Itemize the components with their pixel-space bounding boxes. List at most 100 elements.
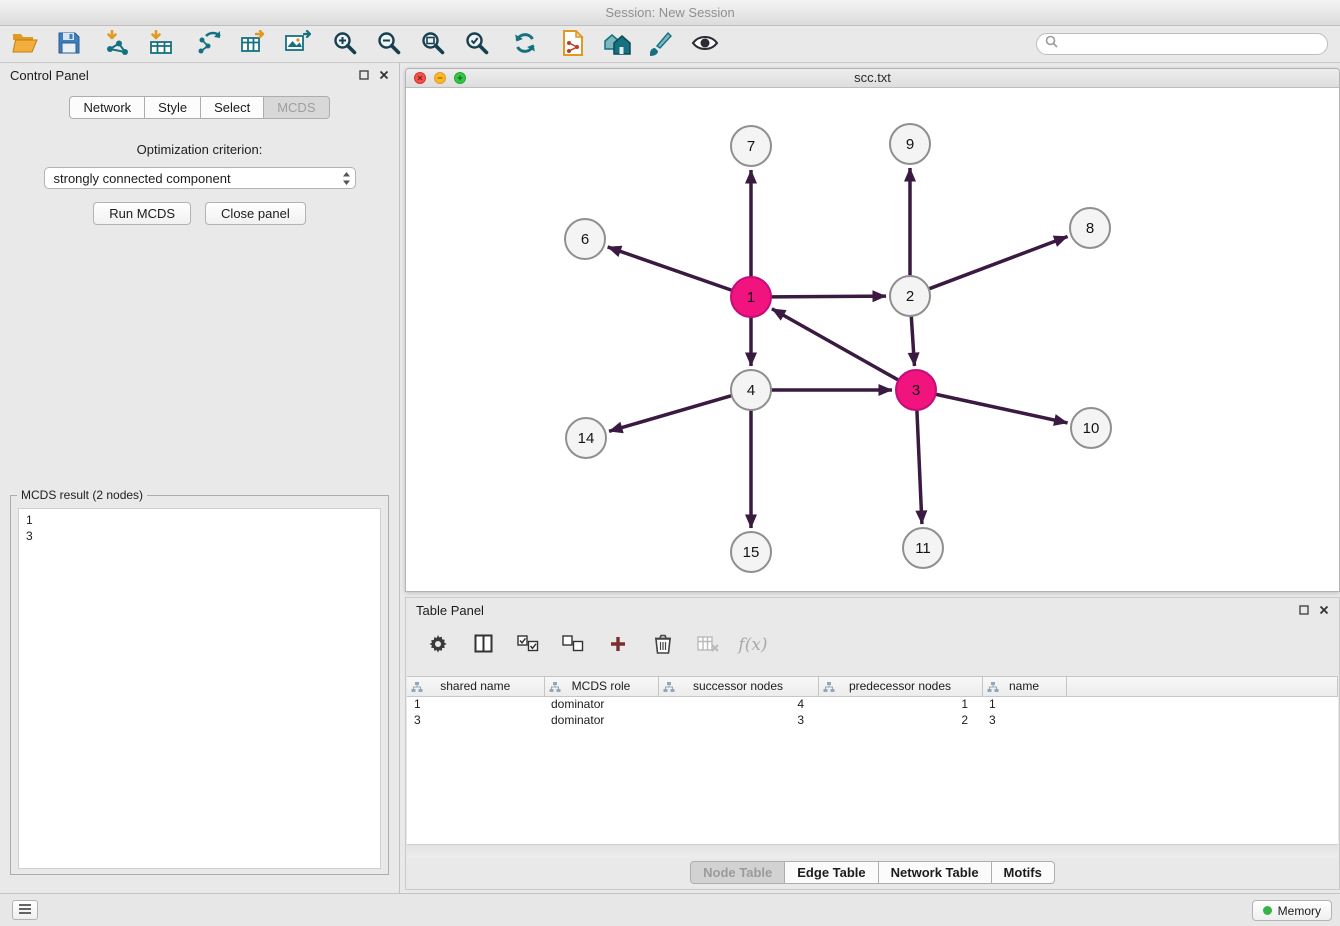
zoom-group <box>330 29 492 59</box>
column-label: name <box>1009 679 1039 693</box>
close-panel-button[interactable]: Close panel <box>205 202 306 225</box>
column-header-predecessor-nodes[interactable]: predecessor nodes <box>818 677 982 696</box>
delete-column-button[interactable] <box>694 631 722 659</box>
columns-icon <box>474 634 493 656</box>
graph-node-1[interactable]: 1 <box>731 277 771 317</box>
graph-node-3[interactable]: 3 <box>896 370 936 410</box>
table-cell[interactable]: 3 <box>982 712 1066 728</box>
graph-node-4[interactable]: 4 <box>731 370 771 410</box>
graph-node-7[interactable]: 7 <box>731 126 771 166</box>
graph-edge-3-10[interactable] <box>936 394 1068 423</box>
graph-edge-3-11[interactable] <box>917 410 922 524</box>
close-table-panel-icon[interactable] <box>1319 605 1329 615</box>
column-header-shared-name[interactable]: shared name <box>407 677 544 696</box>
tab-select[interactable]: Select <box>201 96 264 119</box>
select-all-button[interactable] <box>514 631 542 659</box>
column-label: successor nodes <box>693 679 783 693</box>
search-field <box>1036 33 1328 55</box>
zoom-fit-icon <box>420 30 446 59</box>
refresh-layout-button[interactable] <box>510 29 540 59</box>
table-cell[interactable]: 1 <box>407 696 544 712</box>
zoom-in-button[interactable] <box>330 29 360 59</box>
table-row[interactable]: 1dominator411 <box>407 696 1338 712</box>
graph-node-6[interactable]: 6 <box>565 219 605 259</box>
table-row[interactable]: 3dominator323 <box>407 712 1338 728</box>
criterion-dropdown[interactable]: strongly connected component <box>44 167 356 189</box>
graph-edge-3-1[interactable] <box>772 309 899 380</box>
column-header-successor-nodes[interactable]: successor nodes <box>658 677 818 696</box>
column-header-name[interactable]: name <box>982 677 1066 696</box>
graph-node-14[interactable]: 14 <box>566 418 606 458</box>
graph-node-8[interactable]: 8 <box>1070 208 1110 248</box>
tab-node-table[interactable]: Node Table <box>690 861 785 884</box>
graph-node-15[interactable]: 15 <box>731 532 771 572</box>
graph-node-2[interactable]: 2 <box>890 276 930 316</box>
deselect-all-button[interactable] <box>559 631 587 659</box>
zoom-fit-button[interactable] <box>418 29 448 59</box>
export-network-button[interactable] <box>194 29 224 59</box>
table-panel-header: Table Panel <box>406 598 1339 622</box>
table-settings-button[interactable] <box>424 631 452 659</box>
table-cell[interactable]: 4 <box>658 696 818 712</box>
table-cell-filler <box>1066 696 1338 712</box>
status-list-button[interactable] <box>12 900 38 920</box>
float-table-panel-icon[interactable] <box>1299 605 1309 615</box>
table-cell[interactable]: dominator <box>544 712 658 728</box>
graph-node-11[interactable]: 11 <box>903 528 943 568</box>
memory-label: Memory <box>1278 904 1321 918</box>
save-session-button[interactable] <box>54 29 84 59</box>
graph-edge-1-6[interactable] <box>608 247 732 290</box>
tab-network-table[interactable]: Network Table <box>879 861 992 884</box>
close-window-button[interactable] <box>414 72 426 84</box>
table-cell[interactable]: dominator <box>544 696 658 712</box>
run-mcds-button[interactable]: Run MCDS <box>93 202 191 225</box>
table-cell[interactable]: 1 <box>818 696 982 712</box>
memory-button[interactable]: Memory <box>1252 900 1332 921</box>
mcds-result-item[interactable]: 1 <box>26 512 380 528</box>
show-columns-button[interactable] <box>469 631 497 659</box>
export-image-icon <box>284 30 311 59</box>
tab-edge-table[interactable]: Edge Table <box>785 861 878 884</box>
table-cell[interactable]: 1 <box>982 696 1066 712</box>
graph-edge-2-3[interactable] <box>911 316 914 366</box>
table-cell[interactable]: 3 <box>658 712 818 728</box>
import-network-icon <box>104 30 130 59</box>
function-builder-button[interactable]: f(x) <box>739 631 767 659</box>
export-table-button[interactable] <box>238 29 268 59</box>
close-panel-icon[interactable] <box>379 70 389 80</box>
float-panel-icon[interactable] <box>359 70 369 80</box>
tab-style[interactable]: Style <box>145 96 201 119</box>
import-table-button[interactable] <box>146 29 176 59</box>
show-graphics-details-button[interactable] <box>690 29 720 59</box>
apply-style-button[interactable] <box>646 29 676 59</box>
home-button[interactable] <box>602 29 632 59</box>
mcds-result-title: MCDS result (2 nodes) <box>17 488 147 502</box>
mcds-result-item[interactable]: 3 <box>26 528 380 544</box>
export-image-button[interactable] <box>282 29 312 59</box>
network-from-selection-button[interactable] <box>558 29 588 59</box>
zoom-window-button[interactable] <box>454 72 466 84</box>
network-canvas[interactable]: 7 9 6 8 1 2 4 3 14 10 15 11 <box>406 88 1339 591</box>
tab-motifs[interactable]: Motifs <box>992 861 1055 884</box>
open-session-button[interactable] <box>10 29 40 59</box>
graph-node-10[interactable]: 10 <box>1071 408 1111 448</box>
zoom-out-button[interactable] <box>374 29 404 59</box>
graph-node-9[interactable]: 9 <box>890 124 930 164</box>
graph-edge-2-8[interactable] <box>929 236 1068 288</box>
zoom-selected-button[interactable] <box>462 29 492 59</box>
mcds-result-list[interactable]: 13 <box>18 508 381 869</box>
delete-row-button[interactable] <box>649 631 677 659</box>
column-header-mcds-role[interactable]: MCDS role <box>544 677 658 696</box>
tab-mcds[interactable]: MCDS <box>264 96 329 119</box>
import-network-button[interactable] <box>102 29 132 59</box>
tab-network[interactable]: Network <box>69 96 145 119</box>
table-cell[interactable]: 3 <box>407 712 544 728</box>
table-cell[interactable]: 2 <box>818 712 982 728</box>
minimize-window-button[interactable] <box>434 72 446 84</box>
search-input[interactable] <box>1063 37 1319 51</box>
horizontal-scrollbar[interactable] <box>407 844 1338 858</box>
add-row-button[interactable] <box>604 631 632 659</box>
graph-edge-4-14[interactable] <box>609 396 732 432</box>
export-table-icon <box>240 30 267 59</box>
graph-edge-1-2[interactable] <box>771 296 886 297</box>
